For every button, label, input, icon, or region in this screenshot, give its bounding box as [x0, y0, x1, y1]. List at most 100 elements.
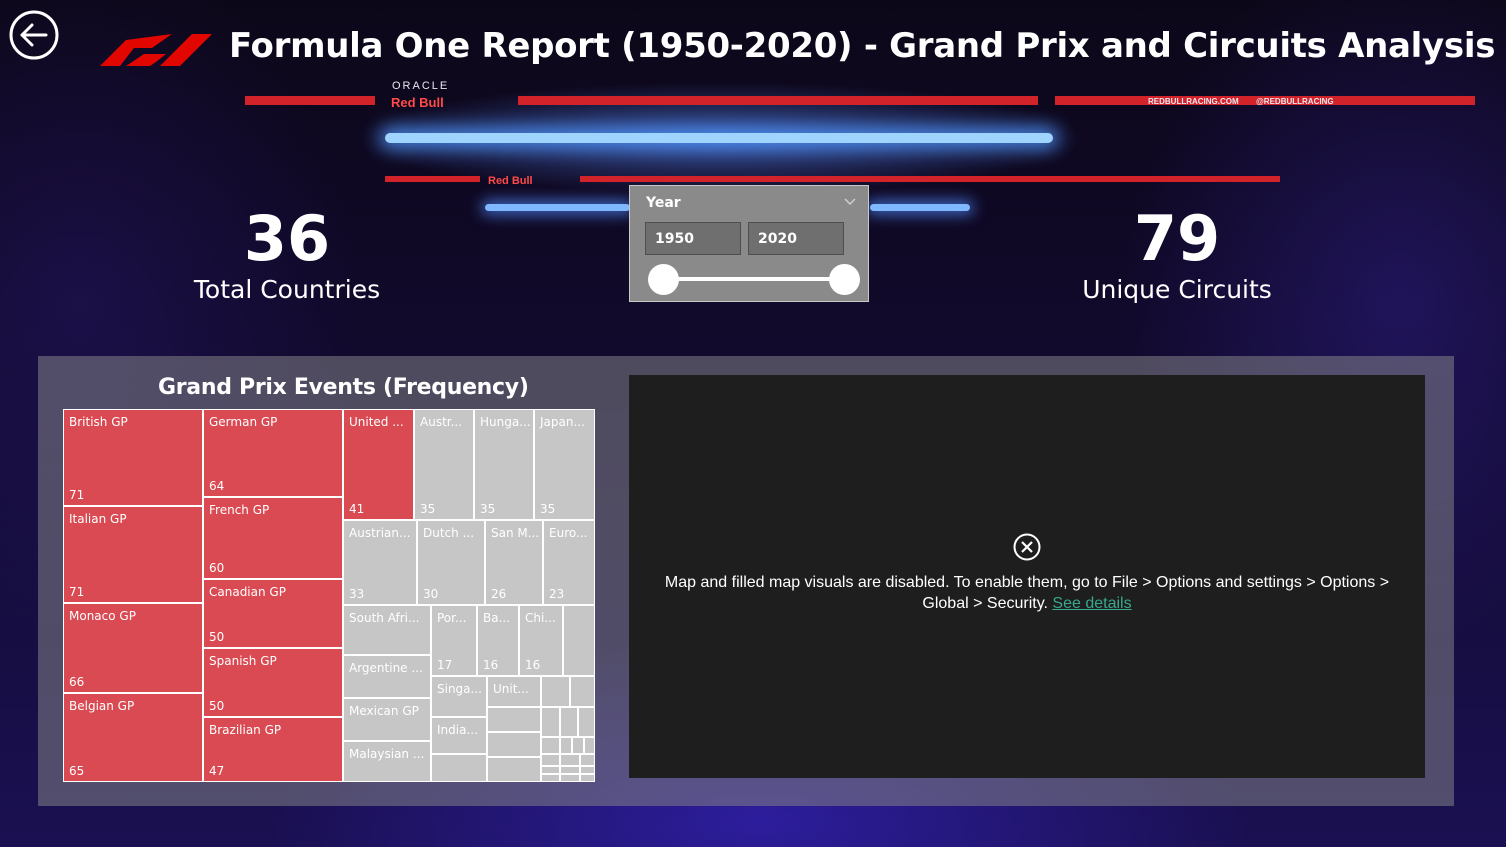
- sponsor-text: Red Bull: [488, 175, 533, 187]
- grand-prix-treemap: British GP 71 Italian GP 71 Monaco GP 66 Belgi…: [63, 409, 595, 782]
- treemap-cell[interactable]: Austr... 35: [414, 409, 474, 520]
- treemap-cell[interactable]: [560, 707, 578, 737]
- treemap-cell[interactable]: [578, 707, 595, 737]
- treemap-cell[interactable]: Ba... 16: [477, 605, 519, 676]
- treemap-cell-value: 35: [540, 502, 556, 516]
- treemap-cell-value: 66: [69, 675, 85, 689]
- treemap-cell-value: 47: [209, 764, 225, 778]
- treemap-cell-value: 16: [483, 658, 499, 672]
- map-disabled-message: Map and filled map visuals are disabled.…: [629, 572, 1425, 614]
- treemap-cell-label: Japan...: [540, 415, 585, 429]
- treemap-cell[interactable]: Por... 17: [431, 605, 477, 676]
- treemap-cell[interactable]: Unit...: [487, 676, 541, 707]
- treemap-cell[interactable]: [580, 766, 595, 774]
- treemap-cell[interactable]: French GP 60: [203, 497, 343, 579]
- treemap-cell[interactable]: India...: [431, 717, 487, 754]
- ceiling-light: [870, 204, 970, 211]
- treemap-cell[interactable]: Monaco GP 66: [63, 603, 203, 693]
- treemap-title: Grand Prix Events (Frequency): [158, 375, 529, 400]
- treemap-cell[interactable]: [560, 737, 572, 754]
- treemap-cell[interactable]: [541, 774, 560, 782]
- treemap-cell[interactable]: Malaysian ...: [343, 741, 431, 782]
- treemap-cell-label: Mexican GP: [349, 704, 419, 718]
- treemap-cell[interactable]: [541, 737, 560, 754]
- f1-logo-icon: [100, 34, 212, 66]
- treemap-cell[interactable]: [560, 766, 580, 774]
- treemap-cell[interactable]: [487, 707, 541, 732]
- treemap-cell[interactable]: United ... 41: [343, 409, 414, 520]
- treemap-cell[interactable]: [570, 676, 595, 707]
- ceiling-light: [385, 133, 1053, 143]
- treemap-cell[interactable]: Austrian... 33: [343, 520, 417, 605]
- treemap-cell[interactable]: [487, 757, 541, 782]
- treemap-cell[interactable]: [487, 732, 541, 757]
- treemap-cell[interactable]: [560, 774, 580, 782]
- treemap-cell[interactable]: Belgian GP 65: [63, 693, 203, 782]
- treemap-cell[interactable]: [580, 774, 595, 782]
- treemap-cell-label: Ba...: [483, 611, 511, 625]
- slicer-title: Year: [646, 195, 681, 211]
- treemap-cell[interactable]: Argentine ...: [343, 655, 431, 698]
- treemap-cell[interactable]: Mexican GP: [343, 698, 431, 741]
- background-stripe: [245, 96, 375, 105]
- year-slider-end-handle[interactable]: [829, 264, 860, 295]
- treemap-cell-value: 41: [349, 502, 365, 516]
- treemap-cell-label: Italian GP: [69, 512, 127, 526]
- kpi-total-countries: 36 Total Countries: [157, 204, 417, 306]
- page-title: Formula One Report (1950-2020) - Grand P…: [229, 26, 1496, 66]
- treemap-cell[interactable]: [572, 737, 584, 754]
- year-slicer: Year 1950 2020: [629, 185, 869, 302]
- kpi-unique-circuits: 79 Unique Circuits: [1047, 204, 1307, 306]
- year-slider-track[interactable]: [664, 277, 844, 281]
- treemap-cell[interactable]: German GP 64: [203, 409, 343, 497]
- map-visual: Map and filled map visuals are disabled.…: [629, 375, 1425, 778]
- year-start-input[interactable]: 1950: [645, 222, 741, 255]
- treemap-cell[interactable]: Singa...: [431, 676, 487, 717]
- treemap-cell[interactable]: Euro... 23: [543, 520, 595, 605]
- chevron-down-icon[interactable]: [844, 196, 856, 206]
- ceiling-light: [485, 204, 630, 211]
- treemap-cell-label: Canadian GP: [209, 585, 286, 599]
- treemap-cell[interactable]: [541, 707, 560, 737]
- back-button[interactable]: [8, 9, 60, 61]
- treemap-cell[interactable]: South Afri...: [343, 605, 431, 655]
- treemap-cell-label: Brazilian GP: [209, 723, 282, 737]
- treemap-cell-label: Dutch ...: [423, 526, 475, 540]
- treemap-cell[interactable]: [560, 754, 580, 766]
- kpi-label: Unique Circuits: [1082, 275, 1272, 304]
- treemap-cell[interactable]: Brazilian GP 47: [203, 717, 343, 782]
- treemap-cell-label: San M...: [491, 526, 540, 540]
- treemap-cell[interactable]: [584, 737, 595, 754]
- sponsor-text: REDBULLRACING.COM: [1148, 97, 1239, 106]
- treemap-cell-label: Por...: [437, 611, 467, 625]
- treemap-cell-label: Singa...: [437, 682, 482, 696]
- treemap-cell-label: Austr...: [420, 415, 463, 429]
- treemap-cell[interactable]: San M... 26: [485, 520, 543, 605]
- treemap-cell[interactable]: Dutch ... 30: [417, 520, 485, 605]
- treemap-cell[interactable]: [541, 676, 570, 707]
- kpi-value: 36: [243, 202, 331, 275]
- treemap-cell-label: Hunga...: [480, 415, 531, 429]
- treemap-cell-label: Malaysian ...: [349, 747, 425, 761]
- treemap-cell[interactable]: Spanish GP 50: [203, 648, 343, 717]
- treemap-cell[interactable]: Chi... 16: [519, 605, 563, 676]
- treemap-cell-label: Unit...: [493, 682, 529, 696]
- treemap-cell[interactable]: [431, 754, 487, 782]
- treemap-cell-label: Austrian...: [349, 526, 411, 540]
- year-end-input[interactable]: 2020: [748, 222, 844, 255]
- kpi-value: 79: [1133, 202, 1221, 275]
- treemap-cell-value: 16: [525, 658, 541, 672]
- treemap-cell[interactable]: British GP 71: [63, 409, 203, 506]
- treemap-cell[interactable]: Japan... 35: [534, 409, 595, 520]
- treemap-cell[interactable]: [563, 605, 595, 676]
- treemap-cell[interactable]: [580, 754, 595, 766]
- treemap-cell[interactable]: [541, 766, 560, 774]
- treemap-cell-value: 30: [423, 587, 439, 601]
- year-slider-start-handle[interactable]: [648, 264, 679, 295]
- see-details-link[interactable]: See details: [1052, 595, 1131, 612]
- treemap-cell[interactable]: Hunga... 35: [474, 409, 534, 520]
- treemap-cell[interactable]: Italian GP 71: [63, 506, 203, 603]
- treemap-cell[interactable]: Canadian GP 50: [203, 579, 343, 648]
- treemap-cell[interactable]: [541, 754, 560, 766]
- map-message-line-2: Global > Security. See details: [629, 593, 1425, 614]
